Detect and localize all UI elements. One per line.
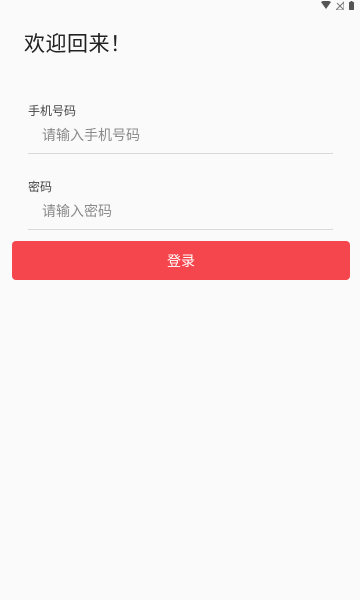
page-title: 欢迎回来！ [24, 32, 132, 56]
wifi-icon [321, 1, 331, 9]
phone-underline [28, 153, 333, 154]
password-field-group: 密码 [28, 179, 333, 230]
signal-off-icon [336, 0, 344, 10]
phone-input[interactable] [28, 125, 333, 147]
status-bar [0, 0, 360, 12]
login-button[interactable]: 登录 [12, 241, 350, 280]
battery-icon [349, 0, 354, 10]
status-icons [321, 0, 354, 10]
password-label: 密码 [28, 180, 53, 194]
password-underline [28, 229, 333, 230]
password-input[interactable] [28, 201, 333, 223]
phone-label: 手机号码 [28, 104, 77, 118]
phone-field-group: 手机号码 [28, 103, 333, 154]
